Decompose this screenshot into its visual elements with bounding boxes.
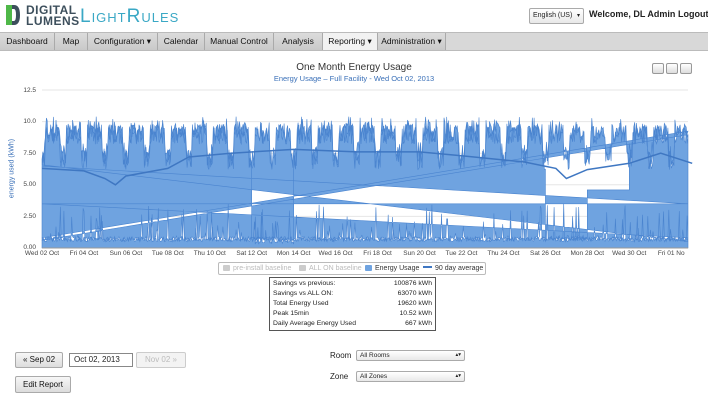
prev-period-button[interactable]: « Sep 02 [15, 352, 63, 368]
room-label: Room [330, 351, 352, 360]
x-tick-label: Wed 02 Oct [24, 250, 60, 257]
legend-preinstall-label: pre-install baseline [233, 265, 292, 272]
stat-row: Savings vs ALL ON: 63070 kWh [273, 289, 432, 299]
stat-label: Savings vs previous: [273, 280, 336, 287]
x-tick-label: Wed 30 Oct [612, 250, 647, 257]
x-tick-label: Tue 08 Oct [151, 250, 184, 257]
edit-report-button[interactable]: Edit Report [15, 376, 71, 393]
chevron-down-icon: ▴▾ [455, 352, 461, 358]
stat-label: Total Energy Used [273, 300, 329, 307]
x-tick-label: Mon 28 Oct [570, 250, 605, 257]
energy-chart [41, 89, 693, 249]
date-field[interactable]: Oct 02, 2013 [69, 353, 133, 367]
room-select-value: All Rooms [360, 352, 390, 359]
stat-label: Savings vs ALL ON: [273, 290, 334, 297]
x-tick-label: Sun 20 Oct [403, 250, 436, 257]
stat-row: Daily Average Energy Used 667 kWh [273, 319, 432, 329]
zone-select-value: All Zones [360, 373, 388, 380]
stat-value: 10.52 kWh [399, 310, 432, 317]
x-tick-label: Sun 06 Oct [109, 250, 143, 257]
series-energy-usage-area [41, 116, 689, 249]
chart-legend: pre-install baseline ALL ON baseline Ene… [218, 262, 486, 275]
x-tick-label: Tue 22 Oct [445, 250, 478, 257]
zone-select[interactable]: All Zones ▴▾ [356, 371, 465, 382]
stat-value: 667 kWh [405, 320, 432, 327]
room-select[interactable]: All Rooms ▴▾ [356, 350, 465, 361]
stat-row: Total Energy Used 19620 kWh [273, 299, 432, 309]
stat-label: Peak 15min [273, 310, 309, 317]
x-tick-label: Fri 04 Oct [69, 250, 99, 257]
stat-row: Savings vs previous: 100876 kWh [273, 279, 432, 289]
x-tick-label: Wed 16 Oct [318, 250, 353, 257]
legend-energy[interactable]: Energy Usage [365, 263, 419, 274]
x-tick-label: Sat 26 Oct [530, 250, 561, 257]
x-tick-label: Thu 10 Oct [193, 250, 226, 257]
stats-table: Savings vs previous: 100876 kWh Savings v… [269, 277, 436, 331]
stat-row: Peak 15min 10.52 kWh [273, 309, 432, 319]
chevron-down-icon: ▴▾ [455, 373, 461, 379]
zone-label: Zone [330, 372, 349, 381]
x-tick-label: Mon 14 Oct [276, 250, 311, 257]
x-tick-label: Thu 24 Oct [487, 250, 520, 257]
stat-value: 100876 kWh [393, 280, 432, 287]
legend-energy-label: Energy Usage [375, 265, 420, 272]
legend-avg-label: 90 day average [435, 265, 484, 272]
stat-label: Daily Average Energy Used [273, 320, 356, 327]
x-tick-label: Fri 01 No [657, 250, 685, 257]
stat-value: 19620 kWh [397, 300, 432, 307]
legend-preinstall[interactable]: pre-install baseline [223, 263, 291, 274]
legend-avg[interactable]: 90 day average [423, 263, 483, 274]
x-tick-label: Fri 18 Oct [363, 250, 392, 257]
legend-allon-label: ALL ON baseline [309, 265, 362, 272]
legend-allon[interactable]: ALL ON baseline [299, 263, 362, 274]
next-period-button[interactable]: Nov 02 » [136, 352, 186, 368]
x-tick-label: Sat 12 Oct [236, 250, 268, 257]
stat-value: 63070 kWh [397, 290, 432, 297]
